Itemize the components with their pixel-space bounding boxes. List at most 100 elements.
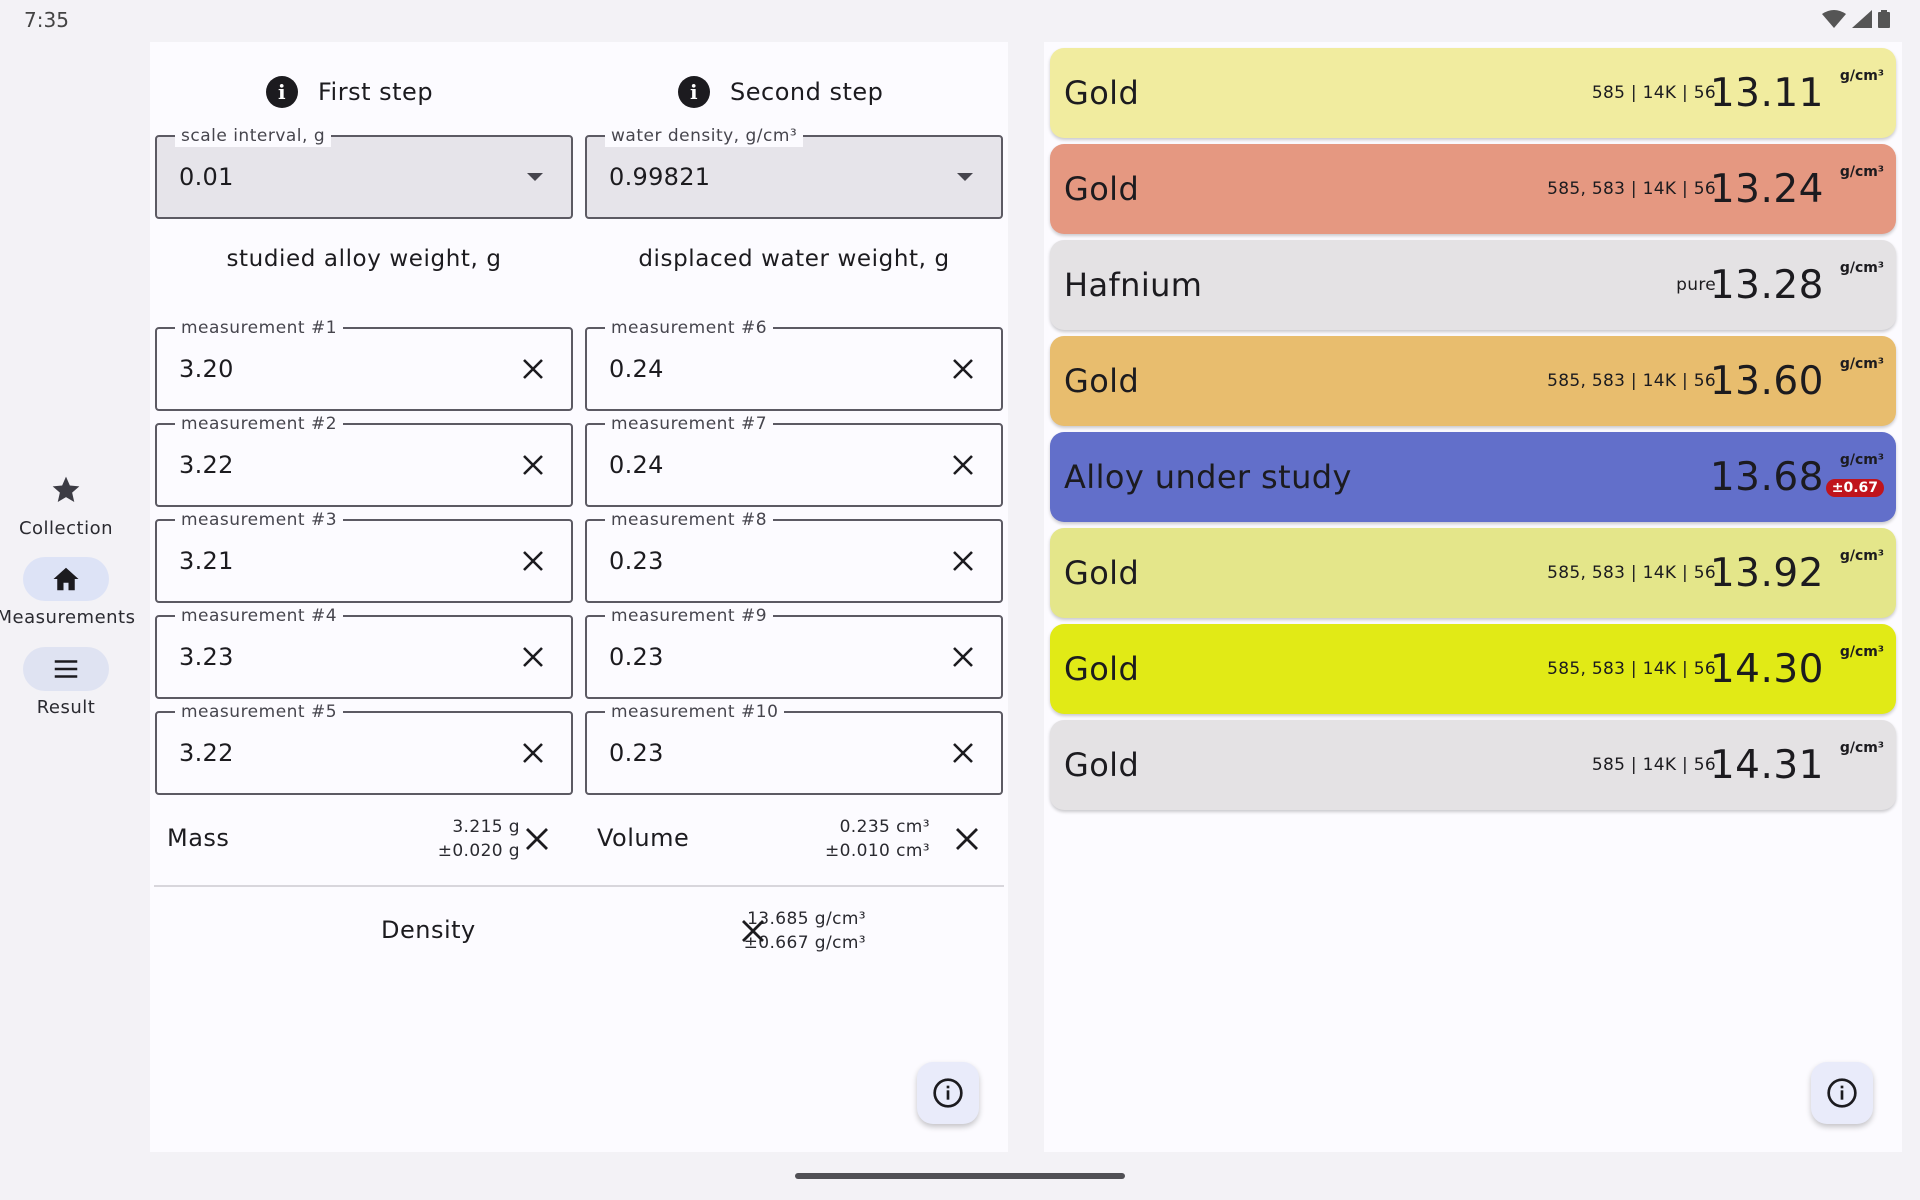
- scale-interval-select[interactable]: scale interval, g 0.01: [155, 125, 573, 219]
- battery-icon: [1878, 10, 1890, 28]
- close-icon: [526, 828, 548, 850]
- nav-collection-pill[interactable]: [23, 468, 109, 512]
- measurement-value[interactable]: 0.23: [609, 713, 664, 793]
- alloy-card[interactable]: Gold 585, 583 | 14K | 56 13.60 g/cm³: [1050, 336, 1896, 426]
- star-icon: [52, 476, 80, 502]
- measurement-field-1[interactable]: measurement #1 3.20: [155, 317, 573, 411]
- alloy-density: 13.68: [1709, 454, 1824, 500]
- alloy-card[interactable]: Gold 585, 583 | 14K | 56 13.92 g/cm³: [1050, 528, 1896, 618]
- info-fab-left[interactable]: [917, 1062, 979, 1124]
- mass-values: 3.215 g ±0.020 g: [438, 815, 520, 863]
- signal-icon: [1852, 10, 1872, 28]
- alloy-weight-title: studied alloy weight, g: [226, 246, 502, 272]
- measurement-field-9[interactable]: measurement #9 0.23: [585, 605, 1003, 699]
- nav-result-pill[interactable]: [23, 647, 109, 691]
- nav-measurements[interactable]: Measurements: [0, 557, 136, 628]
- alloy-specs: 585, 583 | 14K | 56: [1547, 659, 1716, 679]
- measurement-value[interactable]: 3.22: [179, 713, 234, 793]
- clear-icon[interactable]: [513, 349, 553, 389]
- alloy-name: Alloy under study: [1064, 458, 1352, 496]
- home-icon: [53, 567, 79, 591]
- measurement-value[interactable]: 0.23: [609, 521, 664, 601]
- nav-result[interactable]: Result: [0, 647, 132, 718]
- clear-icon[interactable]: [943, 541, 983, 581]
- clear-icon[interactable]: [943, 349, 983, 389]
- clear-icon[interactable]: [943, 637, 983, 677]
- measurement-field-10[interactable]: measurement #10 0.23: [585, 701, 1003, 795]
- dropdown-arrow-icon[interactable]: [527, 173, 543, 181]
- gesture-bar[interactable]: [795, 1173, 1125, 1179]
- alloy-density: 14.31: [1709, 742, 1824, 788]
- density-unit: g/cm³: [1839, 68, 1884, 84]
- alloy-density: 13.28: [1709, 262, 1824, 308]
- nav-measurements-pill[interactable]: [23, 557, 109, 601]
- measurement-field-4[interactable]: measurement #4 3.23: [155, 605, 573, 699]
- volume-error: ±0.010 cm³: [824, 841, 930, 861]
- alloy-specs: 585, 583 | 14K | 56: [1547, 371, 1716, 391]
- measurement-field-6[interactable]: measurement #6 0.24: [585, 317, 1003, 411]
- density-unit: g/cm³: [1839, 740, 1884, 756]
- info-outline-icon: [1827, 1078, 1857, 1108]
- clear-density-button[interactable]: [733, 911, 773, 951]
- alloy-card[interactable]: Gold 585, 583 | 14K | 56 13.24 g/cm³: [1050, 144, 1896, 234]
- alloy-density: 14.30: [1709, 646, 1824, 692]
- water-density-select[interactable]: water density, g/cm³ 0.99821: [585, 125, 1003, 219]
- measurement-value[interactable]: 0.23: [609, 617, 664, 697]
- clear-mass-button[interactable]: [517, 819, 557, 859]
- measurement-value[interactable]: 0.24: [609, 329, 664, 409]
- clear-icon[interactable]: [943, 445, 983, 485]
- measurement-value[interactable]: 3.22: [179, 425, 234, 505]
- alloy-specs: 585, 583 | 14K | 56: [1547, 563, 1716, 583]
- alloy-density: 13.11: [1709, 70, 1824, 116]
- nav-collection[interactable]: Collection: [0, 468, 132, 539]
- alloy-card[interactable]: Alloy under study 13.68 g/cm³ ±0.67: [1050, 432, 1896, 522]
- density-unit: g/cm³: [1839, 356, 1884, 372]
- alloy-card[interactable]: Gold 585, 583 | 14K | 56 14.30 g/cm³: [1050, 624, 1896, 714]
- alloy-card[interactable]: Hafnium pure 13.28 g/cm³: [1050, 240, 1896, 330]
- scale-interval-value: 0.01: [179, 163, 234, 191]
- volume-values: 0.235 cm³ ±0.010 cm³: [825, 815, 930, 863]
- close-icon: [742, 920, 764, 942]
- measurement-value[interactable]: 3.21: [179, 521, 234, 601]
- measurement-field-2[interactable]: measurement #2 3.22: [155, 413, 573, 507]
- first-step-header[interactable]: i First step: [266, 72, 433, 112]
- results-panel: Gold 585 | 14K | 56 13.11 g/cm³ Gold 585, 583…: [1044, 42, 1902, 1152]
- alloy-name: Gold: [1064, 362, 1140, 400]
- measurement-field-7[interactable]: measurement #7 0.24: [585, 413, 1003, 507]
- clear-volume-button[interactable]: [947, 819, 987, 859]
- alloy-card[interactable]: Gold 585 | 14K | 56 14.31 g/cm³: [1050, 720, 1896, 810]
- volume-value: 0.235 cm³: [839, 817, 930, 837]
- water-density-value: 0.99821: [609, 163, 711, 191]
- clear-icon[interactable]: [513, 541, 553, 581]
- wifi-icon: [1822, 10, 1846, 28]
- measurement-field-3[interactable]: measurement #3 3.21: [155, 509, 573, 603]
- clear-icon[interactable]: [513, 445, 553, 485]
- density-unit: g/cm³: [1839, 260, 1884, 276]
- density-unit: g/cm³: [1839, 644, 1884, 660]
- nav-measurements-label: Measurements: [0, 607, 136, 628]
- alloy-card[interactable]: Gold 585 | 14K | 56 13.11 g/cm³: [1050, 48, 1896, 138]
- density-label: Density: [381, 916, 476, 944]
- measurement-value[interactable]: 3.20: [179, 329, 234, 409]
- measurement-value[interactable]: 0.24: [609, 425, 664, 505]
- info-fab-right[interactable]: [1811, 1062, 1873, 1124]
- first-step-label: First step: [318, 78, 434, 106]
- measurement-value[interactable]: 3.23: [179, 617, 234, 697]
- info-icon[interactable]: i: [678, 76, 710, 108]
- dropdown-arrow-icon[interactable]: [957, 173, 973, 181]
- info-icon[interactable]: i: [266, 76, 298, 108]
- measurement-field-8[interactable]: measurement #8 0.23: [585, 509, 1003, 603]
- status-time: 7:35: [24, 8, 69, 32]
- clear-icon[interactable]: [943, 733, 983, 773]
- divider: [154, 885, 1004, 887]
- density-unit: g/cm³: [1839, 164, 1884, 180]
- close-icon: [956, 828, 978, 850]
- mass-error: ±0.020 g: [437, 841, 520, 861]
- clear-icon[interactable]: [513, 733, 553, 773]
- measurement-field-5[interactable]: measurement #5 3.22: [155, 701, 573, 795]
- alloy-density: 13.92: [1709, 550, 1824, 596]
- alloy-name: Gold: [1064, 74, 1140, 112]
- mass-value: 3.215 g: [452, 817, 520, 837]
- second-step-header[interactable]: i Second step: [678, 72, 883, 112]
- clear-icon[interactable]: [513, 637, 553, 677]
